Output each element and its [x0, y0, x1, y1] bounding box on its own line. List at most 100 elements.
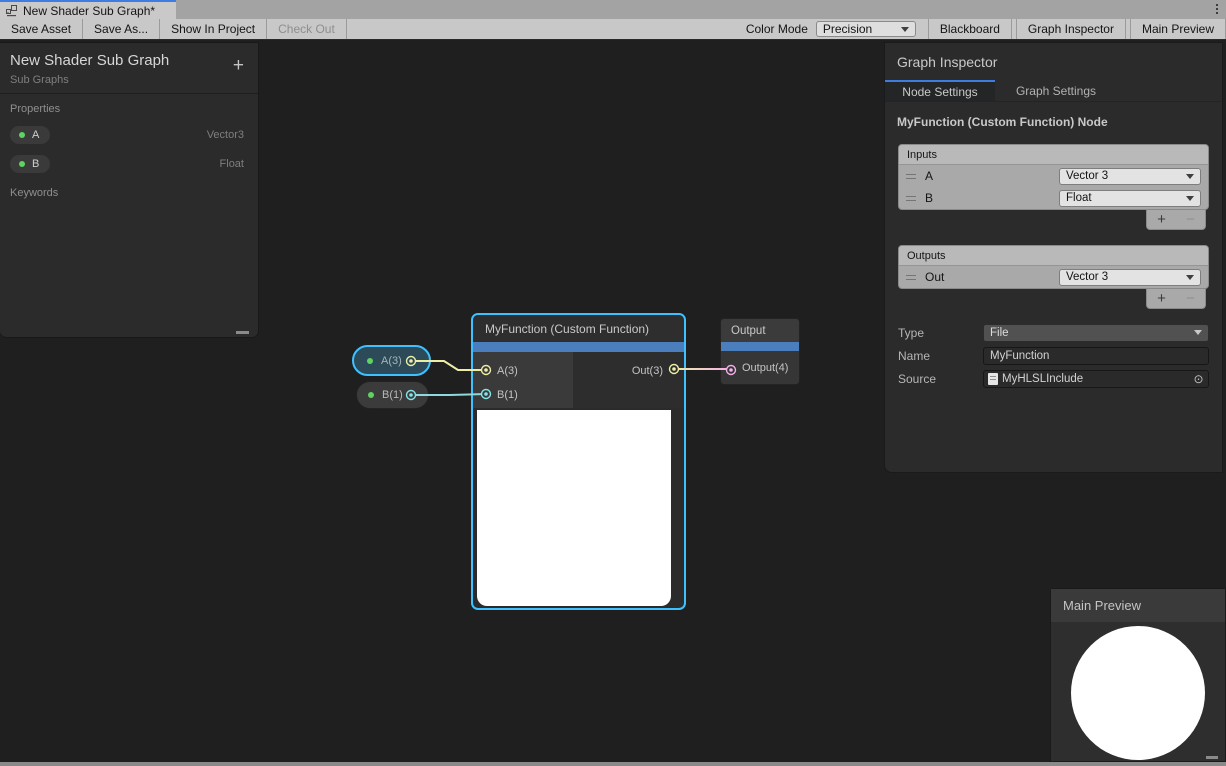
- input-type-selected: Vector 3: [1066, 170, 1108, 182]
- node-header[interactable]: MyFunction (Custom Function): [473, 315, 684, 342]
- dropdown-arrow-icon: [1186, 196, 1194, 201]
- inspector-tab-bar: Node Settings Graph Settings: [885, 80, 1222, 102]
- property-node-b[interactable]: B(1): [356, 381, 429, 409]
- panel-resize-handle[interactable]: [1206, 756, 1218, 759]
- property-name: B: [32, 158, 39, 170]
- outputs-list: Outputs Out Vector 3 + −: [898, 245, 1209, 309]
- tab-node-settings[interactable]: Node Settings: [885, 80, 995, 101]
- panel-resize-handle[interactable]: [236, 331, 249, 334]
- exposed-property-dot-icon: [368, 392, 374, 398]
- dropdown-arrow-icon: [1186, 174, 1194, 179]
- type-dropdown[interactable]: File: [983, 324, 1209, 342]
- kebab-menu-icon[interactable]: [1216, 4, 1218, 14]
- graph-inspector-toggle-button[interactable]: Graph Inspector: [1016, 19, 1126, 39]
- preview-sphere: [1071, 626, 1205, 760]
- node-output-column: Out(3): [573, 352, 684, 408]
- exposed-property-dot-icon: [19, 161, 25, 167]
- custom-function-node[interactable]: MyFunction (Custom Function) A(3) B(1) O…: [471, 313, 686, 610]
- color-mode-label: Color Mode: [738, 22, 816, 36]
- add-output-button[interactable]: +: [1157, 291, 1166, 307]
- name-input[interactable]: [983, 347, 1209, 365]
- blackboard-toggle-button[interactable]: Blackboard: [928, 19, 1012, 39]
- input-type-selected: Float: [1066, 192, 1092, 204]
- blackboard-subtitle: Sub Graphs: [10, 74, 246, 86]
- properties-section-header: Properties: [0, 94, 258, 120]
- node-title: MyFunction (Custom Function): [485, 322, 649, 336]
- tab-new-shader-sub-graph[interactable]: New Shader Sub Graph*: [0, 0, 176, 19]
- inputs-list-footer: + −: [1146, 210, 1206, 230]
- name-field-row: Name: [898, 344, 1209, 367]
- node-preview-surface: [477, 410, 671, 606]
- property-node-label: B(1): [382, 389, 403, 401]
- input-port-row-a: A(3): [473, 359, 573, 383]
- inputs-row-a[interactable]: A Vector 3: [899, 165, 1208, 187]
- blackboard-header: New Shader Sub Graph Sub Graphs +: [0, 43, 258, 94]
- blackboard-panel: New Shader Sub Graph Sub Graphs + Proper…: [0, 42, 259, 338]
- blackboard-title: New Shader Sub Graph: [10, 52, 246, 69]
- remove-input-button[interactable]: −: [1186, 212, 1195, 228]
- keywords-section-header: Keywords: [0, 178, 258, 204]
- output-type-selected: Vector 3: [1066, 271, 1108, 283]
- property-row-b[interactable]: B Float: [0, 149, 258, 178]
- node-header[interactable]: Output: [721, 319, 799, 342]
- show-in-project-button[interactable]: Show In Project: [160, 19, 267, 39]
- main-preview-toggle-button[interactable]: Main Preview: [1130, 19, 1226, 39]
- window-tab-bar: New Shader Sub Graph*: [0, 0, 1226, 19]
- output-port-row-out: Out(3): [632, 359, 663, 383]
- property-node-label: A(3): [381, 355, 402, 367]
- source-object-field[interactable]: MyHLSLInclude ⊙: [983, 370, 1209, 388]
- property-row-a[interactable]: A Vector3: [0, 120, 258, 149]
- property-node-a[interactable]: A(3): [352, 345, 431, 376]
- property-pill[interactable]: A: [10, 126, 50, 144]
- add-property-button[interactable]: +: [233, 59, 244, 73]
- outputs-list-footer: + −: [1146, 289, 1206, 309]
- remove-output-button[interactable]: −: [1186, 291, 1195, 307]
- color-mode-dropdown[interactable]: Precision: [816, 21, 916, 37]
- toolbar-right-group: Color Mode Precision Blackboard Graph In…: [738, 19, 1226, 39]
- node-color-bar: [473, 342, 684, 352]
- drag-handle-icon[interactable]: [906, 275, 916, 280]
- type-field-row: Type File: [898, 321, 1209, 344]
- node-title: Output: [731, 325, 766, 337]
- input-type-dropdown[interactable]: Float: [1059, 190, 1201, 207]
- inputs-row-b[interactable]: B Float: [899, 187, 1208, 209]
- type-selected: File: [990, 327, 1009, 339]
- shader-graph-window: New Shader Sub Graph* Save Asset Save As…: [0, 0, 1226, 766]
- main-preview-title: Main Preview: [1051, 589, 1225, 622]
- dropdown-arrow-icon: [1194, 330, 1202, 335]
- output-node[interactable]: Output Output(4): [720, 318, 800, 385]
- object-picker-icon[interactable]: ⊙: [1191, 372, 1206, 386]
- property-type-label: Vector3: [207, 129, 244, 141]
- dropdown-arrow-icon: [1186, 275, 1194, 280]
- drag-handle-icon[interactable]: [906, 174, 916, 179]
- node-color-bar: [721, 342, 799, 351]
- node-port-area: A(3) B(1) Out(3): [473, 352, 684, 408]
- main-preview-viewport[interactable]: [1051, 622, 1225, 761]
- input-type-dropdown[interactable]: Vector 3: [1059, 168, 1201, 185]
- check-out-button: Check Out: [267, 19, 347, 39]
- exposed-property-dot-icon: [19, 132, 25, 138]
- main-preview-panel: Main Preview: [1050, 588, 1226, 762]
- save-asset-button[interactable]: Save Asset: [0, 19, 83, 39]
- input-name: A: [925, 169, 933, 183]
- add-input-button[interactable]: +: [1157, 212, 1166, 228]
- input-port-row-b: B(1): [473, 383, 573, 407]
- outputs-list-header: Outputs: [899, 246, 1208, 266]
- output-type-dropdown[interactable]: Vector 3: [1059, 269, 1201, 286]
- shader-graph-icon: [6, 5, 18, 17]
- property-pill[interactable]: B: [10, 155, 50, 173]
- source-field-row: Source MyHLSLInclude ⊙: [898, 367, 1209, 390]
- save-as-button[interactable]: Save As...: [83, 19, 160, 39]
- inputs-list: Inputs A Vector 3 B Float: [898, 144, 1209, 230]
- input-port-row-output: Output(4): [721, 351, 799, 384]
- graph-inspector-panel: Graph Inspector Node Settings Graph Sett…: [884, 42, 1223, 473]
- outputs-row-out[interactable]: Out Vector 3: [899, 266, 1208, 288]
- source-object-name: MyHLSLInclude: [1002, 373, 1083, 385]
- inspected-node-title: MyFunction (Custom Function) Node: [885, 102, 1222, 129]
- shader-graph-toolbar: Save Asset Save As... Show In Project Ch…: [0, 19, 1226, 40]
- input-name: B: [925, 191, 933, 205]
- graph-inspector-title: Graph Inspector: [885, 43, 1222, 80]
- drag-handle-icon[interactable]: [906, 196, 916, 201]
- tab-graph-settings[interactable]: Graph Settings: [995, 80, 1117, 101]
- name-label: Name: [898, 349, 983, 363]
